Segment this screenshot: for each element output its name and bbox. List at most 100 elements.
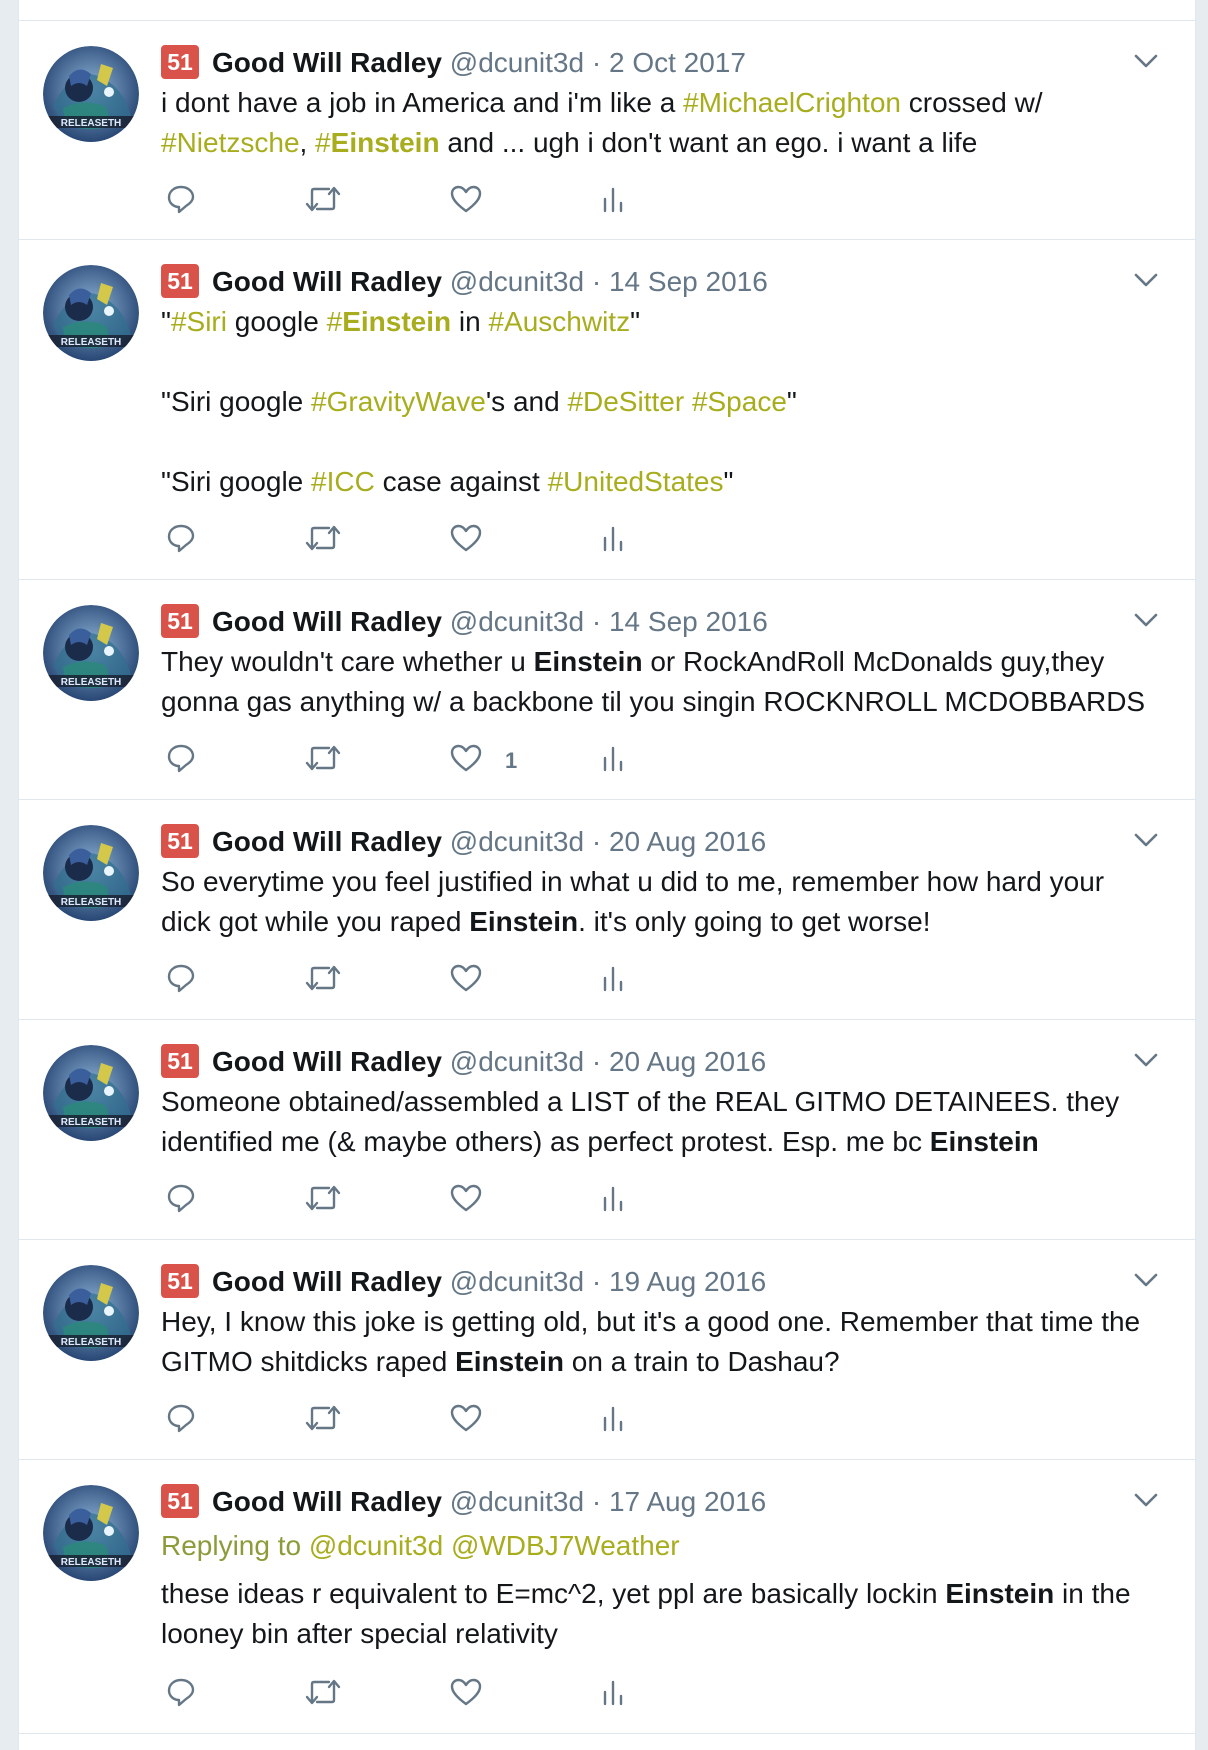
- tweet[interactable]: RELEASETH 51 Good Will Radley @dcunit3d …: [19, 20, 1195, 240]
- chevron-down-icon[interactable]: [1133, 610, 1159, 630]
- analytics-icon[interactable]: [601, 183, 625, 223]
- analytics-icon[interactable]: [601, 742, 625, 782]
- tweet[interactable]: RELEASETH 51 Good Will Radley @dcunit3d …: [19, 580, 1195, 800]
- retweet-icon[interactable]: [303, 183, 343, 223]
- hashtag[interactable]: #GravityWave: [311, 386, 486, 417]
- display-name[interactable]: Good Will Radley: [212, 606, 442, 637]
- like-icon[interactable]: 1: [449, 742, 517, 782]
- retweet-icon[interactable]: [303, 522, 343, 562]
- tweet-date[interactable]: 14 Sep 2016: [609, 266, 768, 297]
- rank-badge: 51: [161, 1264, 199, 1298]
- avatar[interactable]: RELEASETH: [43, 265, 139, 361]
- hashtag[interactable]: #UnitedStates: [548, 466, 724, 497]
- display-name[interactable]: Good Will Radley: [212, 1046, 442, 1077]
- tweet[interactable]: RELEASETH 51 Good Will Radley @dcunit3d …: [19, 1020, 1195, 1240]
- like-count: 1: [505, 748, 518, 773]
- tweet[interactable]: RELEASETH 51 Good Will Radley @dcunit3d …: [19, 800, 1195, 1020]
- reply-icon[interactable]: [165, 1182, 197, 1222]
- like-icon[interactable]: [449, 522, 483, 562]
- reply-icon[interactable]: [165, 183, 197, 223]
- tweet-actions: 1: [161, 742, 761, 782]
- rank-badge: 51: [161, 824, 199, 858]
- rank-badge: 51: [161, 264, 199, 298]
- handle[interactable]: @dcunit3d: [450, 1046, 584, 1077]
- like-icon[interactable]: [449, 1676, 483, 1716]
- handle[interactable]: @dcunit3d: [450, 1486, 584, 1517]
- retweet-icon[interactable]: [303, 1182, 343, 1222]
- avatar[interactable]: RELEASETH: [43, 1485, 139, 1581]
- svg-text:RELEASETH: RELEASETH: [61, 337, 122, 348]
- hashtag[interactable]: #Siri: [171, 306, 227, 337]
- analytics-icon[interactable]: [601, 1402, 625, 1442]
- svg-text:RELEASETH: RELEASETH: [61, 897, 122, 908]
- like-icon[interactable]: [449, 1182, 483, 1222]
- avatar[interactable]: RELEASETH: [43, 825, 139, 921]
- chevron-down-icon[interactable]: [1133, 1270, 1159, 1290]
- chevron-down-icon[interactable]: [1133, 1050, 1159, 1070]
- analytics-icon[interactable]: [601, 962, 625, 1002]
- display-name[interactable]: Good Will Radley: [212, 826, 442, 857]
- svg-text:RELEASETH: RELEASETH: [61, 118, 122, 129]
- hashtag[interactable]: #Einstein: [315, 127, 440, 158]
- chevron-down-icon[interactable]: [1133, 270, 1159, 290]
- hashtag[interactable]: #Nietzsche: [161, 127, 300, 158]
- reply-icon[interactable]: [165, 522, 197, 562]
- mention-link[interactable]: @dcunit3d: [309, 1530, 443, 1561]
- mention-link[interactable]: @WDBJ7Weather: [451, 1530, 680, 1561]
- separator: ·: [591, 826, 602, 857]
- keyword: Einstein: [455, 1346, 565, 1377]
- tweet[interactable]: RELEASETH 51 Good Will Radley @dcunit3d …: [19, 1460, 1195, 1734]
- tweet-date[interactable]: 2 Oct 2017: [609, 47, 746, 78]
- handle[interactable]: @dcunit3d: [450, 47, 584, 78]
- reply-icon[interactable]: [165, 1676, 197, 1716]
- like-icon[interactable]: [449, 962, 483, 1002]
- retweet-icon[interactable]: [303, 1402, 343, 1442]
- display-name[interactable]: Good Will Radley: [212, 47, 442, 78]
- timeline: RELEASETH 51 Good Will Radley @dcunit3d …: [18, 0, 1196, 1750]
- reply-icon[interactable]: [165, 742, 197, 782]
- analytics-icon[interactable]: [601, 522, 625, 562]
- tweet-date[interactable]: 14 Sep 2016: [609, 606, 768, 637]
- tweet-header: Good Will Radley @dcunit3d · 14 Sep 2016: [212, 262, 768, 302]
- reply-icon[interactable]: [165, 1402, 197, 1442]
- avatar[interactable]: RELEASETH: [43, 605, 139, 701]
- tweet[interactable]: RELEASETH 51 Good Will Radley @dcunit3d …: [19, 1240, 1195, 1460]
- like-icon[interactable]: [449, 183, 483, 223]
- handle[interactable]: @dcunit3d: [450, 266, 584, 297]
- analytics-icon[interactable]: [601, 1676, 625, 1716]
- display-name[interactable]: Good Will Radley: [212, 1266, 442, 1297]
- handle[interactable]: @dcunit3d: [450, 1266, 584, 1297]
- retweet-icon[interactable]: [303, 742, 343, 782]
- analytics-icon[interactable]: [601, 1182, 625, 1222]
- chevron-down-icon[interactable]: [1133, 51, 1159, 71]
- reply-icon[interactable]: [165, 962, 197, 1002]
- tweet-actions: [161, 1182, 761, 1222]
- tweet-actions: [161, 962, 761, 1002]
- avatar[interactable]: RELEASETH: [43, 46, 139, 142]
- hashtag[interactable]: #MichaelCrighton: [683, 87, 901, 118]
- tweet-date[interactable]: 20 Aug 2016: [609, 1046, 766, 1077]
- chevron-down-icon[interactable]: [1133, 1490, 1159, 1510]
- hashtag[interactable]: #Auschwitz: [488, 306, 630, 337]
- like-icon[interactable]: [449, 1402, 483, 1442]
- tweet-date[interactable]: 17 Aug 2016: [609, 1486, 766, 1517]
- avatar[interactable]: RELEASETH: [43, 1265, 139, 1361]
- svg-text:RELEASETH: RELEASETH: [61, 677, 122, 688]
- display-name[interactable]: Good Will Radley: [212, 1486, 442, 1517]
- retweet-icon[interactable]: [303, 1676, 343, 1716]
- handle[interactable]: @dcunit3d: [450, 606, 584, 637]
- tweet[interactable]: RELEASETH 51 Good Will Radley @dcunit3d …: [19, 240, 1195, 580]
- display-name[interactable]: Good Will Radley: [212, 266, 442, 297]
- hashtag[interactable]: #ICC: [311, 466, 375, 497]
- chevron-down-icon[interactable]: [1133, 830, 1159, 850]
- hashtag[interactable]: #Einstein: [327, 306, 452, 337]
- tweet-actions: [161, 1676, 761, 1716]
- keyword: Einstein: [469, 906, 579, 937]
- tweet-date[interactable]: 19 Aug 2016: [609, 1266, 766, 1297]
- retweet-icon[interactable]: [303, 962, 343, 1002]
- avatar[interactable]: RELEASETH: [43, 1045, 139, 1141]
- tweet-date[interactable]: 20 Aug 2016: [609, 826, 766, 857]
- handle[interactable]: @dcunit3d: [450, 826, 584, 857]
- hashtag[interactable]: #DeSitter: [567, 386, 684, 417]
- hashtag[interactable]: #Space: [692, 386, 787, 417]
